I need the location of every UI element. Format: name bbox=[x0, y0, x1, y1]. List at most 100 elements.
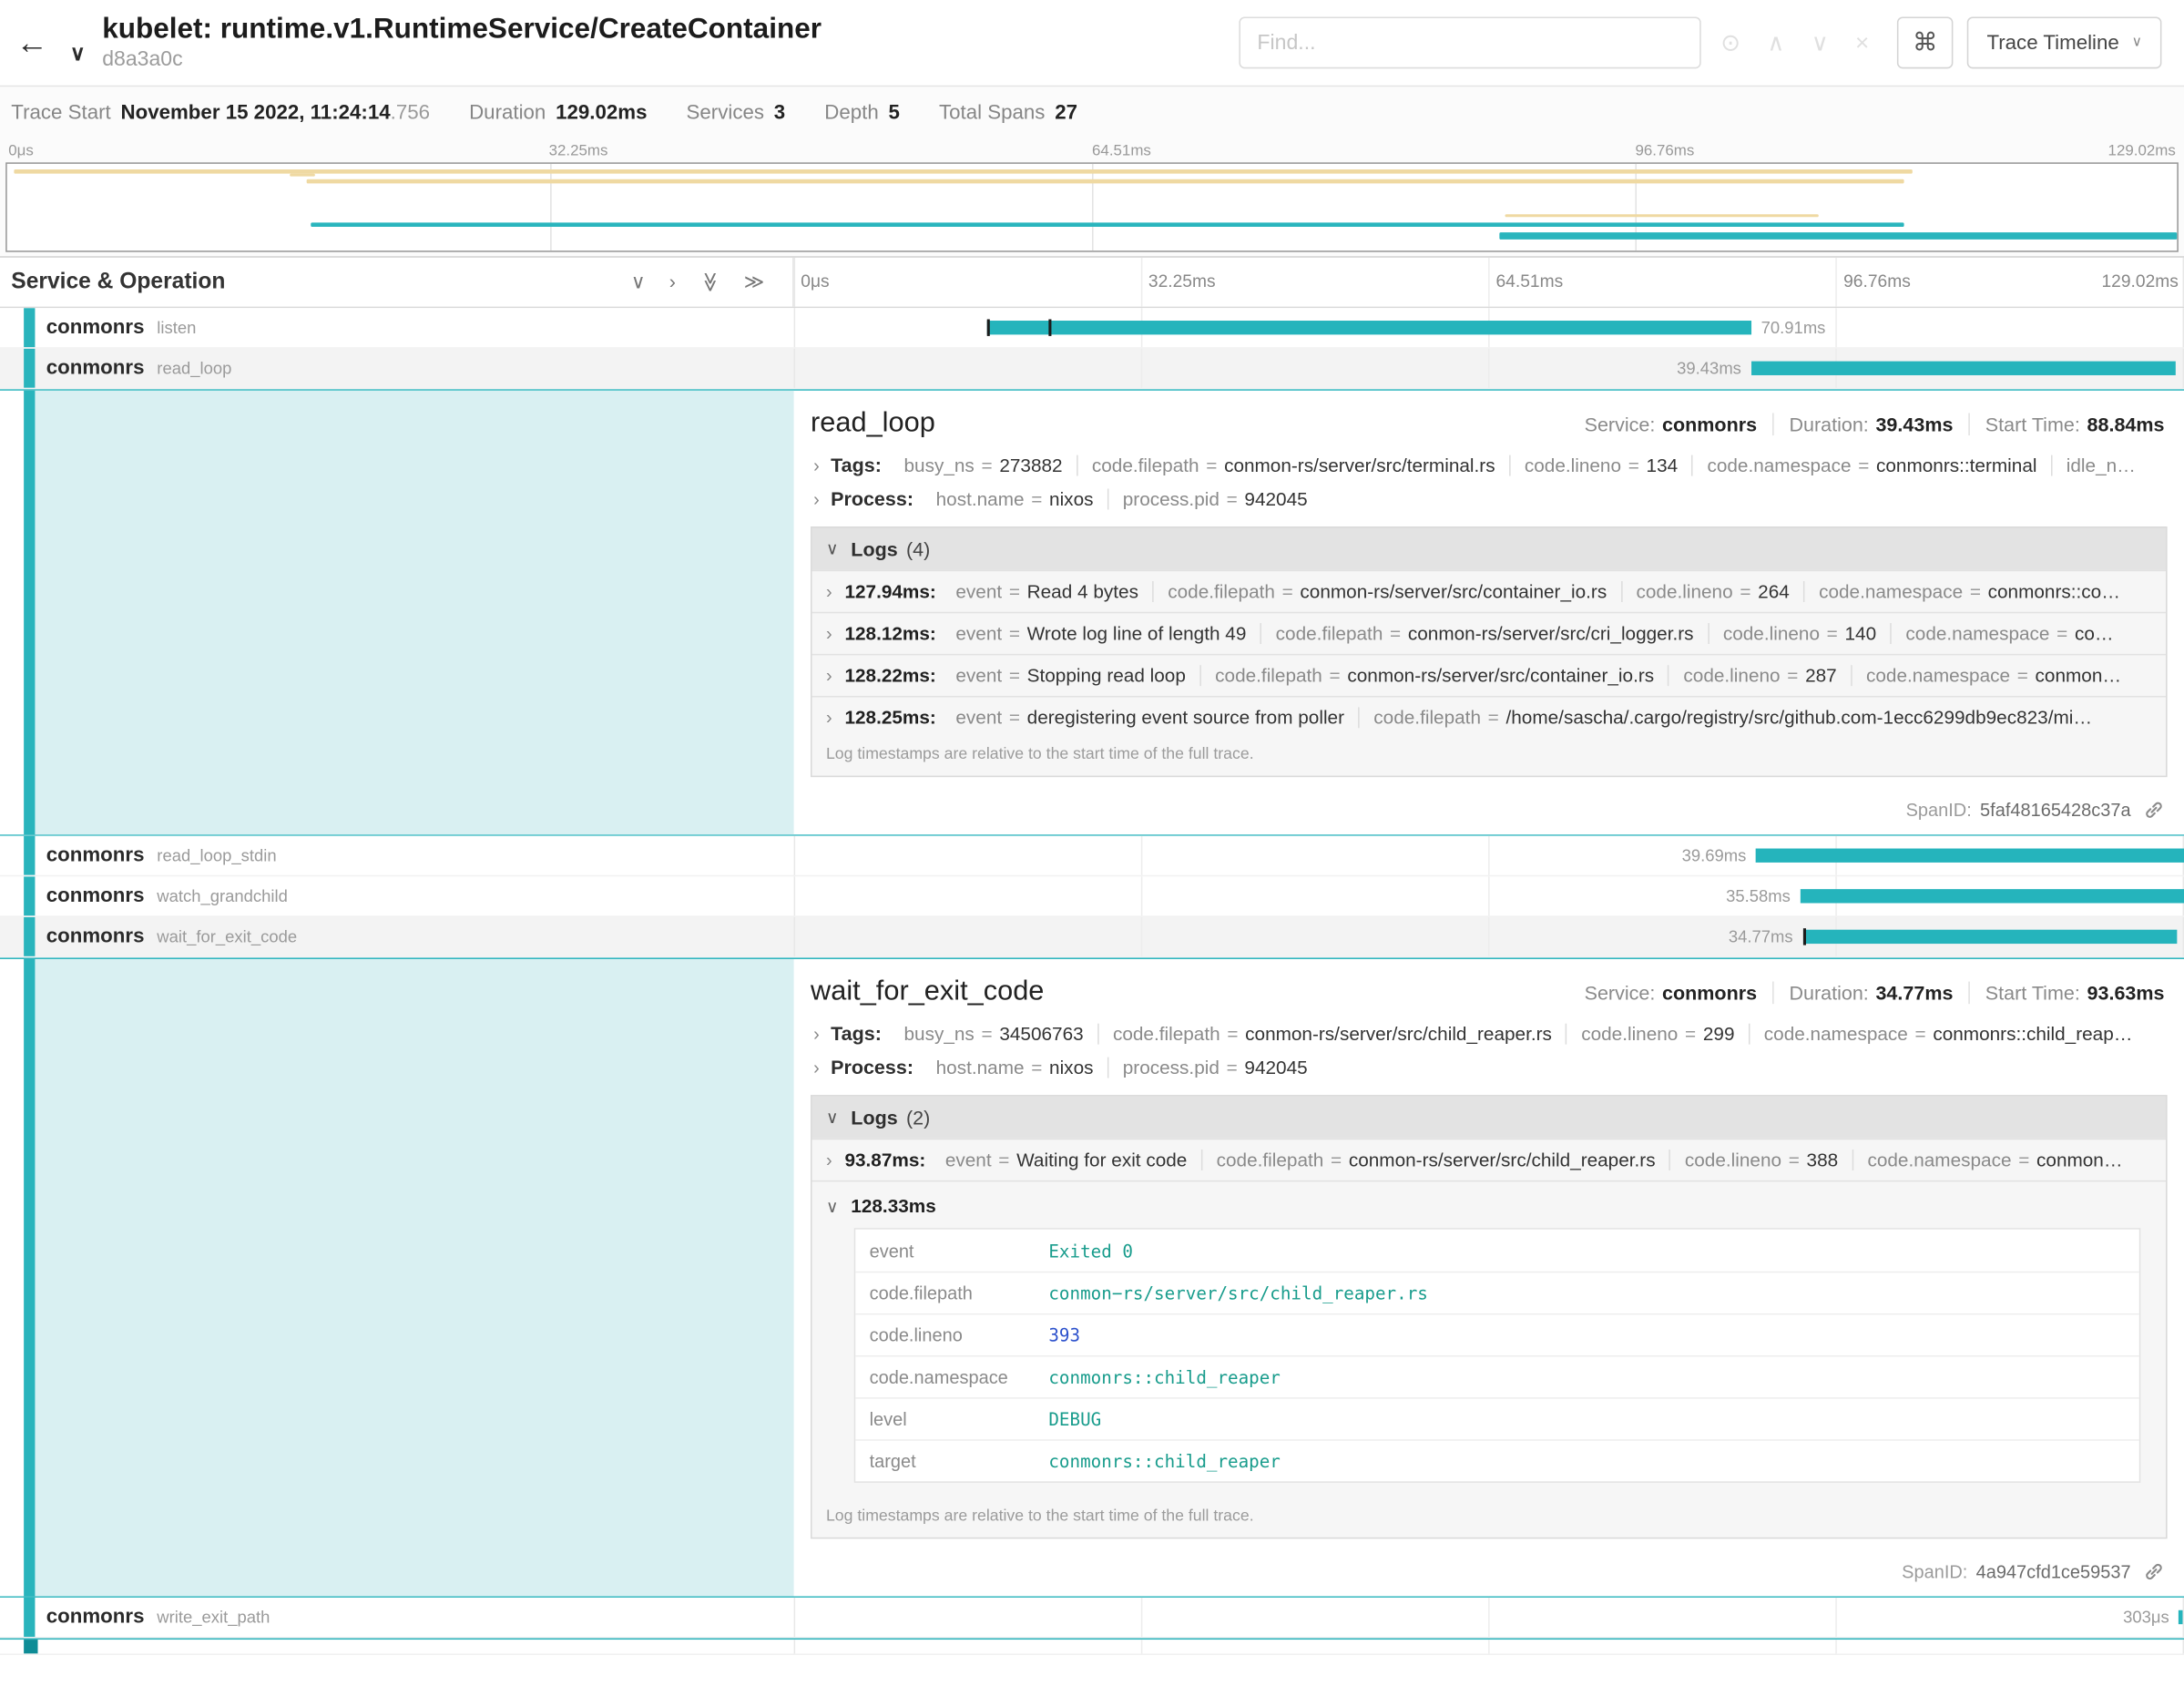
span-title: read_loop bbox=[811, 407, 935, 439]
equals-sign: = bbox=[1282, 581, 1293, 602]
tag-key: busy_ns bbox=[904, 455, 975, 475]
operation-name: listen bbox=[157, 318, 196, 338]
span-color-bar bbox=[24, 1598, 35, 1637]
summary-value: 5 bbox=[888, 101, 899, 124]
next-match-icon[interactable]: ∨ bbox=[1811, 29, 1829, 57]
log-field-value: deregistering event source from poller bbox=[1027, 707, 1344, 728]
logs-count: (4) bbox=[906, 537, 930, 560]
table-row[interactable]: conmonrs write_exit_path 303μs bbox=[0, 1598, 2184, 1639]
detail-title-row: wait_for_exit_code Service:conmonrsDurat… bbox=[811, 976, 2168, 1007]
table-row[interactable]: conmonrs watch_grandchild 35.58ms bbox=[0, 876, 2184, 917]
locate-icon[interactable]: ⊙ bbox=[1720, 29, 1740, 57]
span-bar[interactable] bbox=[987, 321, 1751, 334]
keyboard-shortcuts-button[interactable]: ⌘ bbox=[1897, 16, 1953, 68]
meta-value: 39.43ms bbox=[1875, 413, 1953, 435]
process-pair: process.pid=942045 bbox=[1107, 1057, 1322, 1078]
process-pair: process.pid=942045 bbox=[1107, 488, 1322, 509]
service-operation-header: Service & Operation ∨ › ≫ ≫ bbox=[0, 258, 794, 307]
span-track[interactable]: 303μs bbox=[794, 1598, 2184, 1637]
process-row[interactable]: › Process: host.name=nixosprocess.pid=94… bbox=[811, 1056, 2168, 1078]
back-button[interactable]: ← bbox=[0, 0, 65, 86]
timeline-header: Service & Operation ∨ › ≫ ≫ 0μs32.25ms64… bbox=[0, 258, 2184, 308]
expand-one-icon[interactable]: › bbox=[669, 271, 676, 294]
log-entry[interactable]: › 93.87ms: event=Waiting for exit codeco… bbox=[812, 1139, 2166, 1180]
span-track[interactable]: 39.43ms bbox=[794, 349, 2184, 388]
tag-pair: busy_ns=273882 bbox=[890, 455, 1077, 475]
trace-view-selector[interactable]: Trace Timeline ∨ bbox=[1967, 16, 2162, 68]
span-id-label: SpanID: bbox=[1906, 800, 1972, 821]
span-name-cell[interactable]: conmonrs read_loop_stdin bbox=[0, 836, 794, 875]
trace-title: kubelet: runtime.v1.RuntimeService/Creat… bbox=[102, 13, 822, 47]
process-label: Process: bbox=[831, 487, 913, 510]
tags-row[interactable]: › Tags: busy_ns=273882code.filepath=conm… bbox=[811, 454, 2168, 476]
span-bar[interactable] bbox=[1751, 362, 2176, 375]
log-field-key: code.filepath bbox=[1217, 1150, 1324, 1170]
span-meta: Service:conmonrsDuration:34.77msStart Ti… bbox=[1569, 982, 2168, 1005]
log-expanded-header[interactable]: ∨ 128.33ms bbox=[818, 1189, 2160, 1228]
meta-item: Duration:34.77ms bbox=[1772, 982, 1968, 1005]
meta-value: 93.63ms bbox=[2087, 982, 2165, 1005]
span-bar[interactable] bbox=[2179, 1610, 2183, 1624]
chevron-down-icon: ∨ bbox=[826, 1197, 839, 1217]
equals-sign: = bbox=[982, 455, 993, 475]
clear-search-icon[interactable]: × bbox=[1855, 29, 1869, 57]
expand-all-icon[interactable]: ≫ bbox=[744, 271, 765, 294]
log-entry[interactable]: › 128.25ms: event=deregistering event so… bbox=[812, 696, 2166, 738]
operation-name: write_exit_path bbox=[157, 1608, 270, 1628]
timeline-tick-label: 96.76ms bbox=[1843, 271, 1911, 291]
log-field-value: 287 bbox=[1805, 665, 1837, 686]
log-field-row: target conmonrs::child_reaper bbox=[855, 1439, 2139, 1481]
span-name-cell[interactable]: conmonrs listen bbox=[0, 308, 794, 347]
process-pair: host.name=nixos bbox=[922, 1057, 1107, 1078]
log-fields: event=Waiting for exit codecode.filepath… bbox=[931, 1150, 2137, 1170]
process-key: process.pid bbox=[1123, 488, 1220, 509]
table-row[interactable]: conmonrs read_loop_stdin 39.69ms bbox=[0, 836, 2184, 877]
logs-header[interactable]: ∨ Logs (4) bbox=[812, 528, 2166, 570]
table-row[interactable]: conmonrs read_loop 39.43ms bbox=[0, 349, 2184, 390]
logs-header[interactable]: ∨ Logs (2) bbox=[812, 1097, 2166, 1139]
equals-sign: = bbox=[1915, 1023, 1926, 1044]
process-row[interactable]: › Process: host.name=nixosprocess.pid=94… bbox=[811, 487, 2168, 510]
minimap-canvas[interactable] bbox=[5, 162, 2179, 251]
log-entry[interactable]: › 128.12ms: event=Wrote log line of leng… bbox=[812, 612, 2166, 654]
tag-pair: code.namespace=conmonrs::terminal bbox=[1692, 455, 2051, 475]
collapse-one-icon[interactable]: ∨ bbox=[631, 271, 646, 294]
log-entry[interactable]: › 128.22ms: event=Stopping read loopcode… bbox=[812, 654, 2166, 696]
log-field-key: event bbox=[855, 1231, 1035, 1270]
log-field-key: code.filepath bbox=[1215, 665, 1322, 686]
span-name-cell[interactable]: conmonrs write_exit_path bbox=[0, 1598, 794, 1637]
span-track[interactable]: 70.91ms bbox=[794, 308, 2184, 347]
table-row[interactable]: conmonrs listen 70.91ms bbox=[0, 308, 2184, 349]
title-chevron-down-icon[interactable]: ∨ bbox=[70, 40, 86, 66]
log-entry[interactable]: › 127.94ms: event=Read 4 bytescode.filep… bbox=[812, 570, 2166, 612]
span-track[interactable]: 34.77ms bbox=[794, 917, 2184, 956]
span-name-cell[interactable]: conmonrs watch_grandchild bbox=[0, 876, 794, 915]
log-field-value: Wrote log line of length 49 bbox=[1027, 623, 1247, 644]
log-field-key: event bbox=[955, 581, 1002, 602]
link-icon[interactable] bbox=[2143, 1561, 2164, 1582]
timeline-tick-label: 64.51ms bbox=[1495, 271, 1563, 291]
find-input[interactable] bbox=[1239, 16, 1700, 68]
span-bar[interactable] bbox=[1802, 930, 2177, 944]
span-color-bar bbox=[24, 391, 35, 834]
prev-match-icon[interactable]: ∧ bbox=[1767, 29, 1784, 57]
span-bar[interactable] bbox=[1801, 889, 2184, 903]
span-bar[interactable] bbox=[1756, 849, 2184, 863]
summary-item: Duration129.02ms bbox=[469, 101, 647, 124]
span-name-cell[interactable]: conmonrs read_loop bbox=[0, 349, 794, 388]
span-track[interactable]: 39.69ms bbox=[794, 836, 2184, 875]
service-name: conmonrs bbox=[46, 925, 145, 948]
span-color-bar bbox=[24, 308, 35, 347]
table-row[interactable]: conmonrs wait_for_exit_code 34.77ms bbox=[0, 917, 2184, 958]
link-icon[interactable] bbox=[2143, 800, 2164, 821]
collapse-all-icon[interactable]: ≫ bbox=[698, 271, 721, 292]
meta-value: conmonrs bbox=[1662, 413, 1757, 435]
chevron-right-icon: › bbox=[826, 1150, 832, 1170]
tags-row[interactable]: › Tags: busy_ns=34506763code.filepath=co… bbox=[811, 1022, 2168, 1045]
table-row-partial[interactable] bbox=[0, 1639, 2184, 1655]
span-name-cell[interactable]: conmonrs wait_for_exit_code bbox=[0, 917, 794, 956]
chevron-down-icon: ∨ bbox=[2132, 35, 2142, 50]
log-pair: code.lineno=140 bbox=[1708, 623, 1891, 644]
equals-sign: = bbox=[1789, 1150, 1800, 1170]
span-track[interactable]: 35.58ms bbox=[794, 876, 2184, 915]
